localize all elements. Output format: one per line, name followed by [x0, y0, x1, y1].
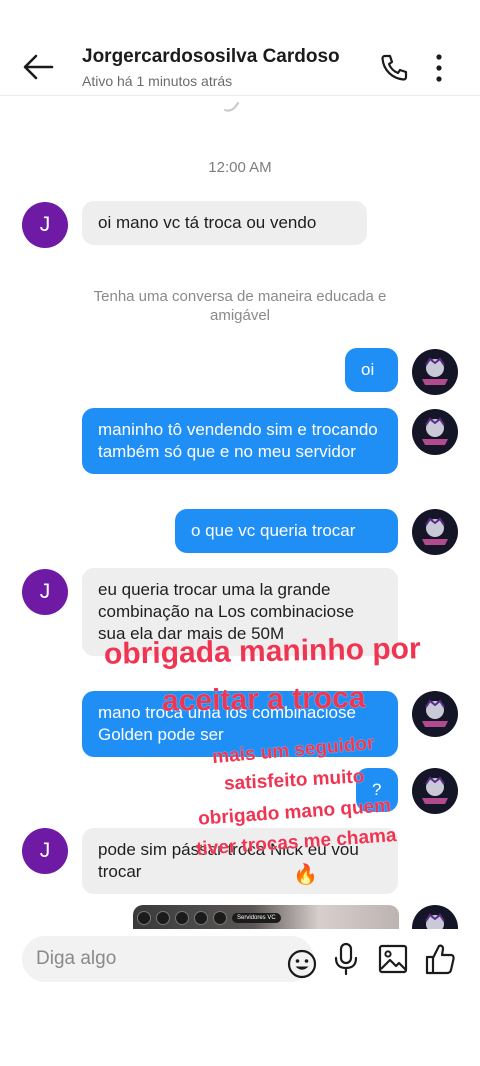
- media-label: Servidores VC: [232, 913, 281, 923]
- user-avatar[interactable]: [412, 409, 458, 455]
- message-composer: [0, 930, 480, 990]
- contact-name[interactable]: Jorgercardososilva Cardoso: [82, 46, 340, 68]
- user-avatar[interactable]: [412, 349, 458, 395]
- emoji-icon[interactable]: [286, 948, 318, 980]
- contact-avatar[interactable]: J: [22, 569, 68, 615]
- user-avatar[interactable]: [412, 691, 458, 737]
- media-toolbar: Servidores VC: [137, 911, 281, 925]
- message-list[interactable]: 12:00 AM J oi mano vc tá troca ou vendo …: [0, 97, 480, 929]
- media-message-preview[interactable]: Servidores VC: [133, 905, 399, 929]
- chat-header: Jorgercardososilva Cardoso Ativo há 1 mi…: [0, 0, 480, 96]
- user-avatar-logo-icon: [422, 417, 448, 445]
- media-icon: [213, 911, 227, 925]
- thumbs-up-icon[interactable]: [424, 942, 456, 976]
- microphone-icon[interactable]: [332, 942, 360, 976]
- user-avatar-logo-icon: [422, 776, 448, 804]
- overlay-caption: aceitar a troca: [161, 681, 366, 718]
- media-icon: [156, 911, 170, 925]
- media-icon: [194, 911, 208, 925]
- loading-spinner-icon: [224, 102, 239, 112]
- user-avatar-logo-icon: [425, 913, 445, 929]
- message-outgoing[interactable]: o que vc queria trocar: [175, 509, 398, 553]
- contact-avatar[interactable]: J: [22, 202, 68, 248]
- message-timestamp: 12:00 AM: [208, 159, 272, 176]
- user-avatar[interactable]: [412, 768, 458, 814]
- media-icon: [137, 911, 151, 925]
- phone-icon[interactable]: [378, 52, 410, 84]
- user-avatar-logo-icon: [422, 699, 448, 727]
- message-input-wrapper[interactable]: [22, 936, 317, 982]
- image-icon[interactable]: [378, 944, 408, 974]
- contact-avatar[interactable]: J: [22, 828, 68, 874]
- user-avatar[interactable]: [412, 905, 458, 929]
- more-vertical-icon[interactable]: [428, 52, 450, 84]
- overlay-caption: obrigada maninho por: [103, 632, 421, 671]
- user-avatar-logo-icon: [422, 517, 448, 545]
- message-incoming[interactable]: oi mano vc tá troca ou vendo: [82, 201, 367, 245]
- message-outgoing[interactable]: maninho tô vendendo sim e trocando també…: [82, 408, 398, 474]
- back-arrow-icon[interactable]: [20, 50, 56, 84]
- user-avatar-logo-icon: [422, 357, 448, 385]
- fire-emoji: 🔥: [293, 864, 318, 886]
- media-icon: [175, 911, 189, 925]
- chat-notice: Tenha uma conversa de maneira educada e …: [93, 288, 387, 324]
- user-avatar[interactable]: [412, 509, 458, 555]
- contact-status: Ativo há 1 minutos atrás: [82, 73, 233, 89]
- message-input[interactable]: [36, 948, 256, 970]
- message-outgoing[interactable]: oi: [345, 348, 398, 392]
